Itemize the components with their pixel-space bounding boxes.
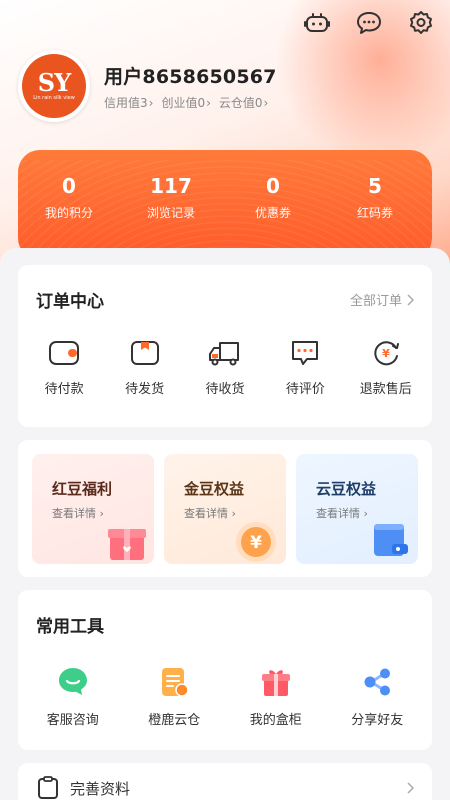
wallet-icon xyxy=(47,338,81,368)
tool-customer-service[interactable]: 客服咨询 xyxy=(28,665,118,728)
tool-label: 橙鹿云仓 xyxy=(148,713,201,728)
profile-info: 用户8658650567 信用值3› 创业值0› 云仓值0› xyxy=(104,62,277,111)
card-icon xyxy=(366,518,414,564)
chevron-right-icon xyxy=(407,782,414,794)
order-pending-shipment[interactable]: 待发货 xyxy=(107,338,183,397)
svg-text:¥: ¥ xyxy=(250,533,262,553)
stats-card: 0 我的积分 117 浏览记录 0 优惠券 5 红码券 xyxy=(18,150,432,260)
order-label: 待收货 xyxy=(205,382,245,397)
comment-icon xyxy=(288,338,322,368)
all-orders-link[interactable]: 全部订单 xyxy=(350,290,414,309)
service-chat-icon xyxy=(56,665,90,699)
tool-cloud-warehouse[interactable]: 橙鹿云仓 xyxy=(129,665,219,728)
order-label: 待评价 xyxy=(285,382,325,397)
user-profile[interactable]: SY Lin rain silk view 用户8658650567 信用值3›… xyxy=(18,50,277,122)
all-orders-label: 全部订单 xyxy=(349,294,402,309)
stat-label: 浏览记录 xyxy=(146,206,195,220)
gift-icon xyxy=(104,518,150,564)
red-bean-benefit[interactable]: 红豆福利 查看详情 › xyxy=(32,454,154,564)
avatar[interactable]: SY Lin rain silk view xyxy=(18,50,90,122)
truck-icon xyxy=(208,338,242,368)
complete-profile-label: 完善资料 xyxy=(70,779,131,798)
stat-label: 红码券 xyxy=(356,206,393,220)
benefits-card: 红豆福利 查看详情 › 金豆权益 查看详情 › ¥ 云豆权益 查看详情 › xyxy=(18,440,432,577)
benefit-title: 金豆权益 xyxy=(184,480,245,498)
avatar-subtext: Lin rain silk view xyxy=(33,94,75,101)
refund-icon: ¥ xyxy=(369,338,403,368)
benefit-title: 红豆福利 xyxy=(52,480,113,498)
avatar-monogram: SY xyxy=(37,67,71,97)
header-actions xyxy=(302,8,436,38)
tools-card: 常用工具 客服咨询 橙鹿云仓 我的盒柜 分享好友 xyxy=(18,590,432,750)
profile-form-icon xyxy=(38,776,58,799)
gold-bean-benefit[interactable]: 金豆权益 查看详情 › ¥ xyxy=(164,454,286,564)
stat-value: 117 xyxy=(150,174,192,198)
benefit-title: 云豆权益 xyxy=(316,480,377,498)
share-icon xyxy=(360,665,394,699)
username: 用户8658650567 xyxy=(104,65,277,88)
order-label: 退款售后 xyxy=(359,382,412,397)
order-label: 待发货 xyxy=(125,382,165,397)
cloud-bean-benefit[interactable]: 云豆权益 查看详情 › xyxy=(296,454,418,564)
credit-value[interactable]: 信用值3› xyxy=(104,94,153,111)
document-icon xyxy=(157,665,191,699)
chat-icon[interactable] xyxy=(354,8,384,38)
tool-share-friends[interactable]: 分享好友 xyxy=(332,665,422,728)
chevron-right-icon: › xyxy=(206,95,211,110)
chevron-right-icon xyxy=(407,293,414,306)
order-pending-receipt[interactable]: 待收货 xyxy=(187,338,263,397)
robot-icon[interactable] xyxy=(302,8,332,38)
avatar-logo: SY Lin rain silk view xyxy=(22,54,86,118)
tool-label: 我的盒柜 xyxy=(249,713,302,728)
tools-title: 常用工具 xyxy=(36,617,104,637)
stat-value: 0 xyxy=(266,174,280,198)
order-refund[interactable]: ¥ 退款售后 xyxy=(348,338,424,397)
gear-icon[interactable] xyxy=(406,8,436,38)
cloud-warehouse-value[interactable]: 云仓值0› xyxy=(219,94,268,111)
svg-text:¥: ¥ xyxy=(382,347,390,360)
package-icon xyxy=(128,338,162,368)
stat-points[interactable]: 0 我的积分 xyxy=(29,174,109,221)
tool-my-box[interactable]: 我的盒柜 xyxy=(231,665,321,728)
order-pending-payment[interactable]: 待付款 xyxy=(26,338,102,397)
stat-label: 优惠券 xyxy=(254,206,291,220)
stat-label: 我的积分 xyxy=(44,206,93,220)
stat-history[interactable]: 117 浏览记录 xyxy=(131,174,211,221)
stat-value: 5 xyxy=(368,174,382,198)
stat-coupons[interactable]: 0 优惠券 xyxy=(233,174,313,221)
coin-icon: ¥ xyxy=(232,516,282,564)
chevron-right-icon: › xyxy=(148,95,154,110)
user-values: 信用值3› 创业值0› 云仓值0› xyxy=(104,94,277,111)
tool-label: 分享好友 xyxy=(351,713,404,728)
order-center-title: 订单中心 xyxy=(36,292,104,312)
stat-red-code[interactable]: 5 红码券 xyxy=(335,174,415,221)
startup-value[interactable]: 创业值0› xyxy=(161,94,210,111)
gift-box-icon xyxy=(259,665,293,699)
order-pending-review[interactable]: 待评价 xyxy=(267,338,343,397)
complete-profile-row[interactable]: 完善资料 xyxy=(18,763,432,800)
stat-value: 0 xyxy=(62,174,76,198)
tool-label: 客服咨询 xyxy=(46,713,99,728)
order-center-card: 订单中心 全部订单 待付款 待发货 待收货 待评价 ¥ 退款售后 xyxy=(18,265,432,427)
order-label: 待付款 xyxy=(44,382,84,397)
chevron-right-icon: › xyxy=(263,95,269,110)
